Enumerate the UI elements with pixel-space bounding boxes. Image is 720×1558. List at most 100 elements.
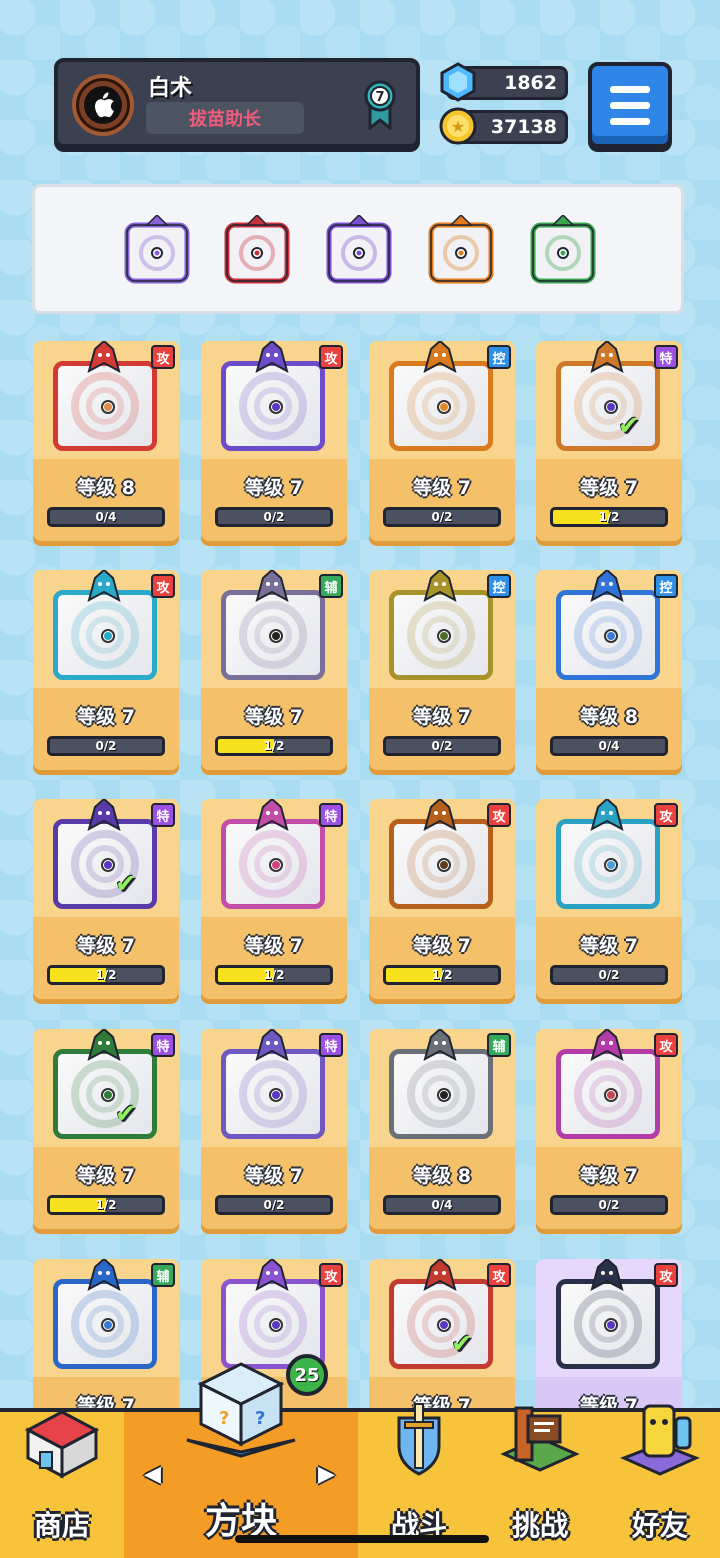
card-frame (221, 1049, 325, 1139)
card-type-tag: 攻 (151, 345, 175, 369)
menu-button[interactable] (588, 62, 672, 148)
nav-left-arrow-icon[interactable]: ◀ (144, 1462, 161, 1487)
card-type-tag: 特 (319, 1033, 343, 1057)
skill-card[interactable]: 特 ✔ 等级 7 1/2 (536, 341, 682, 541)
dragon-crest-icon (87, 341, 121, 373)
avatar[interactable] (72, 74, 134, 136)
skill-core-icon (101, 400, 115, 414)
blocks-icon: ? ? (181, 1352, 301, 1466)
skill-card[interactable]: 辅等级 7 (33, 1259, 179, 1411)
card-type-tag: 特 (151, 1033, 175, 1057)
dragon-crest-icon (87, 1259, 121, 1291)
card-type-tag: 攻 (654, 1263, 678, 1287)
card-art: 特 (201, 799, 347, 917)
card-frame (221, 361, 325, 451)
coin-amount: 37138 (490, 116, 557, 138)
player-profile[interactable]: 白术 拔苗助长 7 (54, 58, 420, 148)
card-frame (556, 590, 660, 680)
card-progress-bar: 0/2 (550, 965, 668, 985)
card-progress-text: 1/2 (431, 968, 453, 982)
nav-challenge[interactable]: 挑战 (480, 1406, 600, 1558)
card-progress-text: 0/4 (598, 739, 620, 753)
card-art: 控 (369, 341, 515, 459)
skill-card[interactable]: 攻等级 7 0/2 (536, 799, 682, 999)
card-type-tag: 辅 (319, 574, 343, 598)
skill-core-icon (101, 858, 115, 872)
dragon-crest-icon (590, 570, 624, 602)
skill-card[interactable]: 攻等级 7 (536, 1259, 682, 1411)
skill-card[interactable]: 攻 ✔ 等级 7 (369, 1259, 515, 1411)
skill-card[interactable]: 攻等级 7 0/2 (536, 1029, 682, 1229)
card-type-tag: 控 (487, 574, 511, 598)
skill-card[interactable]: 特 ✔ 等级 7 1/2 (33, 799, 179, 999)
card-progress-bar: 1/2 (47, 1195, 165, 1215)
gem-counter[interactable]: 1862 (440, 62, 568, 102)
nav-friends[interactable]: 好友 (600, 1404, 720, 1558)
nav-shop[interactable]: 商店 (0, 1410, 124, 1558)
card-progress-text: 1/2 (263, 968, 285, 982)
card-progress-bar: 1/2 (215, 965, 333, 985)
dragon-crest-icon (87, 570, 121, 602)
gem-icon (437, 61, 479, 103)
skill-card[interactable]: 攻等级 8 0/4 (33, 341, 179, 541)
equipped-slot[interactable] (529, 213, 597, 285)
card-frame (53, 361, 157, 451)
card-progress-text: 0/2 (95, 739, 117, 753)
card-progress-bar: 0/4 (47, 507, 165, 527)
card-frame (389, 1049, 493, 1139)
card-art: 攻 (33, 570, 179, 688)
equipped-slot[interactable] (325, 213, 393, 285)
skill-card[interactable]: 攻等级 7 0/2 (201, 341, 347, 541)
skill-core-icon (437, 1088, 451, 1102)
card-type-tag: 攻 (319, 345, 343, 369)
skill-card[interactable]: 攻等级 7 0/2 (33, 570, 179, 770)
equipped-slot[interactable] (223, 213, 291, 285)
card-progress-bar: 0/4 (383, 1195, 501, 1215)
card-frame (53, 1049, 157, 1139)
card-art: 控 (369, 570, 515, 688)
nav-friends-label: 好友 (631, 1509, 688, 1542)
dragon-crest-icon (423, 570, 457, 602)
equipped-slot[interactable] (123, 213, 191, 285)
skill-card[interactable]: 攻等级 7 1/2 (369, 799, 515, 999)
card-level: 等级 7 (580, 935, 638, 957)
card-progress-bar: 1/2 (215, 736, 333, 756)
card-art: 辅 (201, 570, 347, 688)
card-art: 攻 ✔ (369, 1259, 515, 1377)
skill-card[interactable]: 特等级 7 0/2 (201, 1029, 347, 1229)
card-progress-bar: 0/2 (47, 736, 165, 756)
nav-right-arrow-icon[interactable]: ▶ (318, 1462, 335, 1487)
card-frame (556, 1279, 660, 1369)
card-level: 等级 8 (413, 1165, 471, 1187)
skill-card[interactable]: 特 ✔ 等级 7 1/2 (33, 1029, 179, 1229)
card-type-tag: 控 (654, 574, 678, 598)
card-frame (221, 590, 325, 680)
skill-card[interactable]: 控等级 7 0/2 (369, 341, 515, 541)
card-art: 控 (536, 570, 682, 688)
card-level: 等级 7 (580, 477, 638, 499)
skill-core-icon (101, 1318, 115, 1332)
skill-card[interactable]: 控等级 7 0/2 (369, 570, 515, 770)
card-art: 特 ✔ (33, 799, 179, 917)
coin-counter[interactable]: ★ 37138 (439, 107, 568, 145)
skill-card[interactable]: 控等级 8 0/4 (536, 570, 682, 770)
skill-card[interactable]: 辅等级 8 0/4 (369, 1029, 515, 1229)
equipped-check-icon: ✔ (115, 869, 137, 899)
equipped-slot[interactable] (427, 213, 495, 285)
card-art: 辅 (369, 1029, 515, 1147)
card-art: 攻 (536, 1259, 682, 1377)
skill-core-icon (604, 629, 618, 643)
card-frame (556, 361, 660, 451)
card-frame (221, 819, 325, 909)
card-frame (556, 819, 660, 909)
gem-amount: 1862 (504, 72, 557, 94)
card-level: 等级 7 (413, 935, 471, 957)
dragon-crest-icon (590, 1259, 624, 1291)
card-frame (389, 590, 493, 680)
rank-badge-icon[interactable]: 7 (364, 80, 396, 132)
card-progress-bar: 0/2 (383, 507, 501, 527)
card-progress-text: 1/2 (263, 739, 285, 753)
skill-card[interactable]: 辅等级 7 1/2 (201, 570, 347, 770)
skill-card[interactable]: 特等级 7 1/2 (201, 799, 347, 999)
home-indicator[interactable] (235, 1535, 489, 1543)
